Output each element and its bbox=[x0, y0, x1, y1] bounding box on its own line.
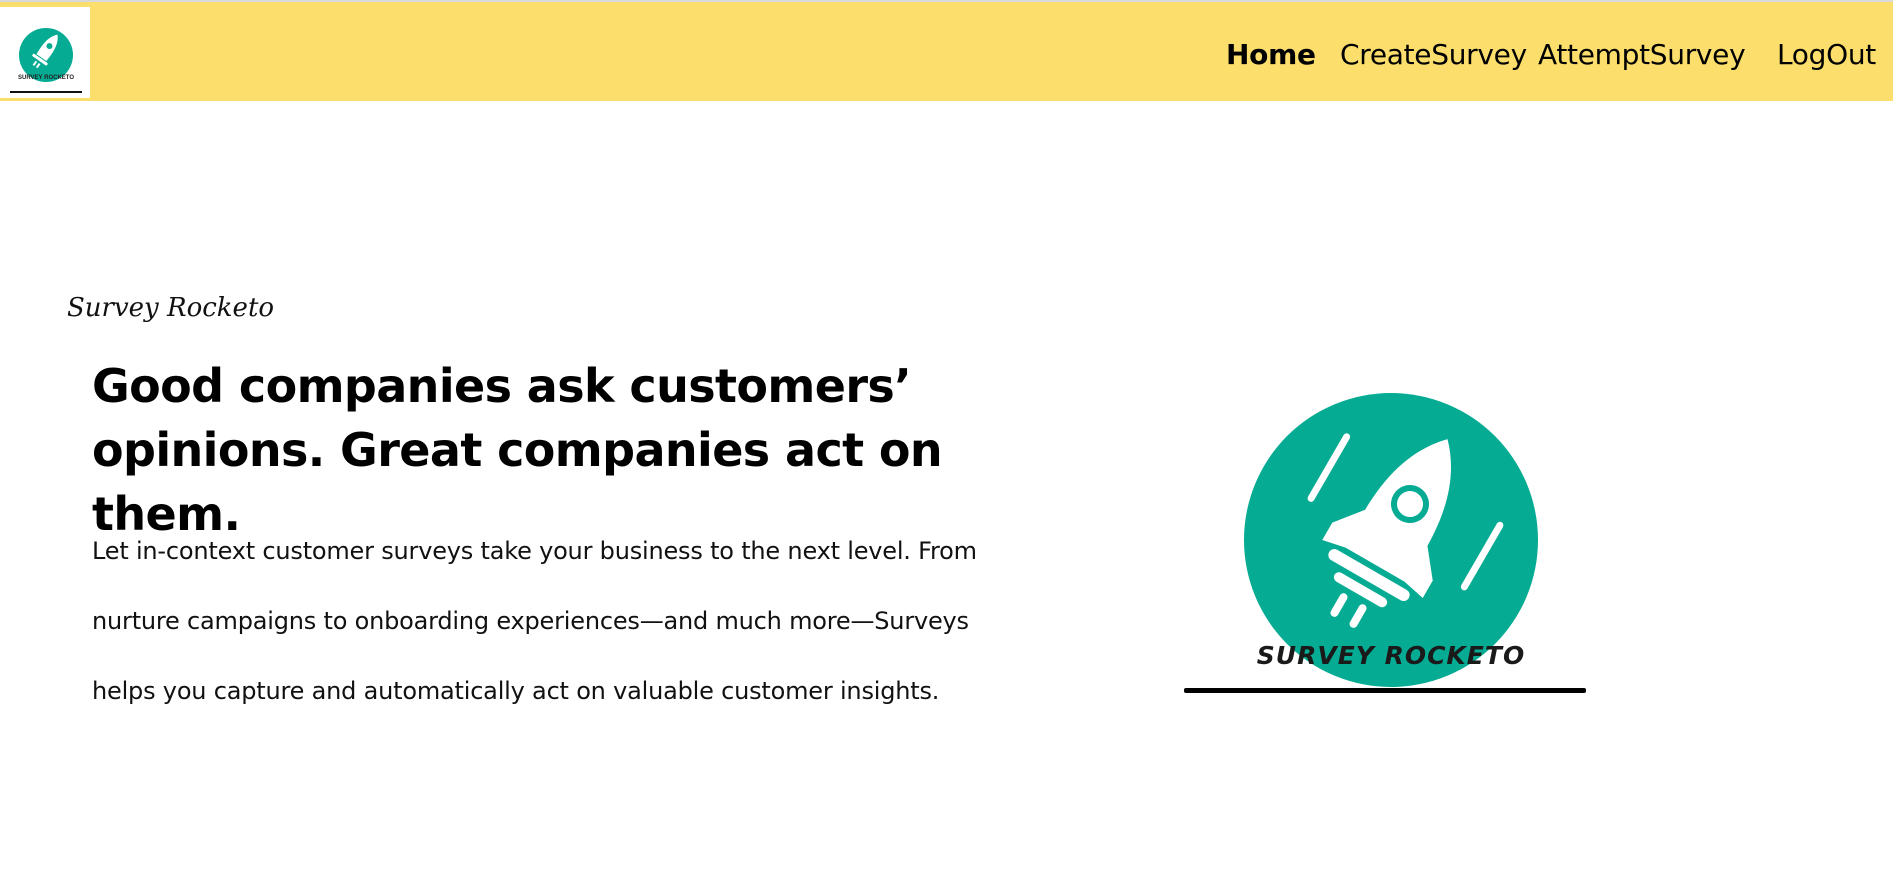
hero-eyebrow: Survey Rocketo bbox=[67, 293, 275, 323]
svg-text:SURVEY ROCKETO: SURVEY ROCKETO bbox=[1257, 641, 1525, 670]
nav-home-link[interactable]: Home bbox=[1226, 38, 1316, 72]
header-logo[interactable]: SURVEY ROCKETO bbox=[0, 7, 90, 98]
nav-create-survey-link[interactable]: CreateSurvey bbox=[1340, 38, 1527, 72]
svg-text:SURVEY ROCKETO: SURVEY ROCKETO bbox=[18, 75, 74, 81]
rocket-logo-icon: SURVEY ROCKETO bbox=[1184, 393, 1586, 693]
nav-attempt-survey-link[interactable]: AttemptSurvey bbox=[1538, 38, 1746, 72]
rocket-logo-icon: SURVEY ROCKETO bbox=[10, 28, 82, 93]
hero-logo: SURVEY ROCKETO bbox=[1180, 390, 1590, 700]
nav-logout-link[interactable]: LogOut bbox=[1777, 38, 1876, 72]
hero-description: Let in-context customer surveys take you… bbox=[92, 537, 977, 705]
top-navbar: SURVEY ROCKETO Home CreateSurvey Attempt… bbox=[0, 0, 1893, 101]
